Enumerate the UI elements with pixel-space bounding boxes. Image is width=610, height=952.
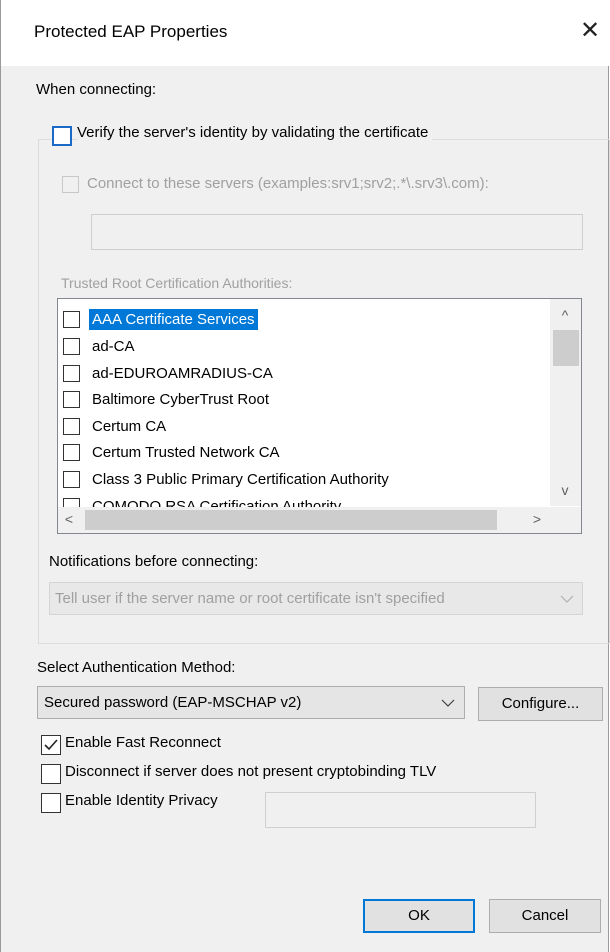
fast-reconnect-checkbox[interactable] (41, 735, 61, 755)
list-item-label: Certum CA (92, 418, 167, 435)
verify-server-checkbox[interactable] (52, 126, 72, 146)
when-connecting-label: When connecting: (36, 81, 157, 98)
list-item-checkbox[interactable] (63, 418, 80, 435)
list-item-checkbox[interactable] (63, 338, 80, 355)
list-item-checkbox[interactable] (63, 365, 80, 382)
list-item-checkbox[interactable] (63, 391, 80, 408)
list-item-label: Class 3 Public Primary Certification Aut… (92, 471, 389, 488)
scroll-left-icon[interactable]: < (61, 511, 77, 527)
scroll-corner (551, 507, 581, 533)
chevron-down-icon (560, 595, 574, 603)
auth-method-value: Secured password (EAP-MSCHAP v2) (44, 694, 302, 711)
fast-reconnect-label[interactable]: Enable Fast Reconnect (65, 734, 221, 751)
auth-method-label: Select Authentication Method: (37, 659, 236, 676)
close-icon[interactable]: ✕ (575, 16, 605, 46)
horizontal-scroll-thumb[interactable] (85, 510, 497, 530)
scroll-right-icon[interactable]: > (529, 511, 545, 527)
notifications-label: Notifications before connecting: (49, 553, 259, 570)
trusted-roots-label: Trusted Root Certification Authorities: (61, 275, 293, 291)
list-item-label: Certum Trusted Network CA (92, 444, 280, 461)
checkmark-icon (44, 739, 58, 751)
identity-privacy-input[interactable] (265, 792, 536, 828)
servers-input[interactable] (91, 214, 583, 250)
connect-servers-checkbox[interactable] (62, 176, 79, 193)
connect-servers-label: Connect to these servers (examples:srv1;… (87, 175, 489, 192)
list-item-label: Baltimore CyberTrust Root (92, 391, 269, 408)
vertical-scroll-thumb[interactable] (553, 330, 579, 366)
notifications-select[interactable]: Tell user if the server name or root cer… (49, 582, 583, 615)
identity-privacy-checkbox[interactable] (41, 793, 61, 813)
configure-button[interactable]: Configure... (478, 687, 603, 721)
trusted-roots-list[interactable]: AAA Certificate Services ad-CA ad-EDUROA… (57, 298, 582, 534)
list-item-checkbox[interactable] (63, 311, 80, 328)
title-bar: Protected EAP Properties ✕ (1, 0, 610, 66)
notifications-value: Tell user if the server name or root cer… (55, 590, 445, 607)
scroll-down-icon[interactable]: v (553, 482, 577, 498)
list-item-label: ad-CA (92, 338, 135, 355)
auth-method-select[interactable]: Secured password (EAP-MSCHAP v2) (37, 686, 465, 719)
cancel-button[interactable]: Cancel (489, 899, 601, 933)
scroll-up-icon[interactable]: ^ (553, 307, 577, 323)
list-item-label: AAA Certificate Services (89, 309, 258, 330)
list-item-label: ad-EDUROAMRADIUS-CA (92, 365, 273, 382)
peap-properties-dialog: Protected EAP Properties ✕ When connecti… (0, 0, 610, 952)
cryptobinding-label[interactable]: Disconnect if server does not present cr… (65, 763, 436, 780)
identity-privacy-label[interactable]: Enable Identity Privacy (65, 792, 218, 809)
dialog-title: Protected EAP Properties (34, 22, 228, 41)
list-item-checkbox[interactable] (63, 471, 80, 488)
list-item-checkbox[interactable] (63, 444, 80, 461)
chevron-down-icon (441, 699, 455, 707)
ok-button[interactable]: OK (363, 899, 475, 933)
verify-server-label[interactable]: Verify the server's identity by validati… (77, 124, 433, 141)
cryptobinding-checkbox[interactable] (41, 764, 61, 784)
